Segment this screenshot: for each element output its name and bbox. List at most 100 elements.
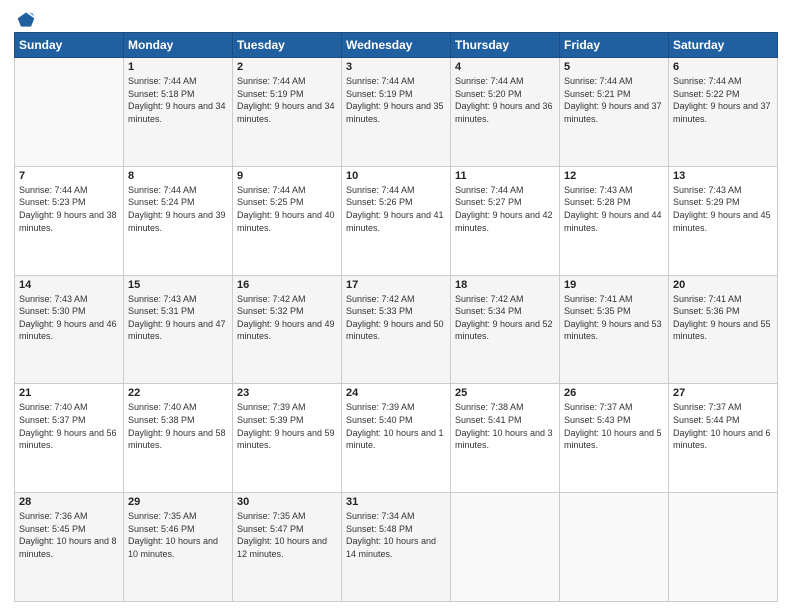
calendar-cell: [15, 58, 124, 167]
col-header-thursday: Thursday: [451, 33, 560, 58]
calendar-cell: 3 Sunrise: 7:44 AMSunset: 5:19 PMDaylight…: [342, 58, 451, 167]
calendar-cell: 30Sunrise: 7:35 AMSunset: 5:47 PMDayligh…: [233, 493, 342, 602]
day-number: 19: [564, 279, 664, 291]
day-number: 2: [237, 61, 337, 73]
day-number: 23: [237, 387, 337, 399]
cell-info: Sunrise: 7:44 AMSunset: 5:21 PMDaylight:…: [564, 76, 662, 124]
cell-info: Sunrise: 7:37 AMSunset: 5:43 PMDaylight:…: [564, 402, 662, 450]
calendar-cell: 1 Sunrise: 7:44 AMSunset: 5:18 PMDaylight…: [124, 58, 233, 167]
cell-info: Sunrise: 7:43 AMSunset: 5:28 PMDaylight:…: [564, 185, 662, 233]
week-row-4: 21 Sunrise: 7:40 AMSunset: 5:37 PMDayligh…: [15, 384, 778, 493]
col-header-saturday: Saturday: [669, 33, 778, 58]
day-number: 27: [673, 387, 773, 399]
day-number: 18: [455, 279, 555, 291]
calendar-cell: 5Sunrise: 7:44 AMSunset: 5:21 PMDaylight…: [560, 58, 669, 167]
calendar-cell: 13 Sunrise: 7:43 AMSunset: 5:29 PMDayligh…: [669, 166, 778, 275]
cell-info: Sunrise: 7:37 AMSunset: 5:44 PMDaylight:…: [673, 402, 771, 450]
col-header-sunday: Sunday: [15, 33, 124, 58]
cell-info: Sunrise: 7:40 AMSunset: 5:38 PMDaylight:…: [128, 402, 226, 450]
cell-info: Sunrise: 7:42 AMSunset: 5:32 PMDaylight:…: [237, 294, 335, 342]
calendar-cell: [669, 493, 778, 602]
day-number: 25: [455, 387, 555, 399]
day-number: 21: [19, 387, 119, 399]
day-number: 17: [346, 279, 446, 291]
day-number: 6: [673, 61, 773, 73]
calendar-cell: 4Sunrise: 7:44 AMSunset: 5:20 PMDaylight…: [451, 58, 560, 167]
day-number: 12: [564, 170, 664, 182]
cell-info: Sunrise: 7:40 AMSunset: 5:37 PMDaylight:…: [19, 402, 117, 450]
header: [14, 10, 778, 26]
calendar-table: SundayMondayTuesdayWednesdayThursdayFrid…: [14, 32, 778, 602]
calendar-cell: [451, 493, 560, 602]
week-row-5: 28 Sunrise: 7:36 AMSunset: 5:45 PMDayligh…: [15, 493, 778, 602]
cell-info: Sunrise: 7:39 AMSunset: 5:39 PMDaylight:…: [237, 402, 335, 450]
cell-info: Sunrise: 7:39 AMSunset: 5:40 PMDaylight:…: [346, 402, 444, 450]
cell-info: Sunrise: 7:43 AMSunset: 5:31 PMDaylight:…: [128, 294, 226, 342]
day-number: 28: [19, 496, 119, 508]
calendar-cell: 10Sunrise: 7:44 AMSunset: 5:26 PMDayligh…: [342, 166, 451, 275]
day-number: 22: [128, 387, 228, 399]
day-number: 16: [237, 279, 337, 291]
calendar-cell: [560, 493, 669, 602]
day-number: 20: [673, 279, 773, 291]
cell-info: Sunrise: 7:44 AMSunset: 5:20 PMDaylight:…: [455, 76, 553, 124]
logo-block: [14, 10, 36, 26]
cell-info: Sunrise: 7:44 AMSunset: 5:23 PMDaylight:…: [19, 185, 117, 233]
calendar-cell: 31 Sunrise: 7:34 AMSunset: 5:48 PMDayligh…: [342, 493, 451, 602]
calendar-cell: 24 Sunrise: 7:39 AMSunset: 5:40 PMDayligh…: [342, 384, 451, 493]
day-number: 8: [128, 170, 228, 182]
calendar-cell: 17 Sunrise: 7:42 AMSunset: 5:33 PMDayligh…: [342, 275, 451, 384]
calendar-cell: 26 Sunrise: 7:37 AMSunset: 5:43 PMDayligh…: [560, 384, 669, 493]
cell-info: Sunrise: 7:34 AMSunset: 5:48 PMDaylight:…: [346, 511, 436, 559]
cell-info: Sunrise: 7:42 AMSunset: 5:34 PMDaylight:…: [455, 294, 553, 342]
calendar-cell: 20 Sunrise: 7:41 AMSunset: 5:36 PMDayligh…: [669, 275, 778, 384]
cell-info: Sunrise: 7:35 AMSunset: 5:46 PMDaylight:…: [128, 511, 218, 559]
day-number: 7: [19, 170, 119, 182]
day-number: 31: [346, 496, 446, 508]
day-number: 10: [346, 170, 446, 182]
cell-info: Sunrise: 7:44 AMSunset: 5:24 PMDaylight:…: [128, 185, 226, 233]
day-number: 11: [455, 170, 555, 182]
cell-info: Sunrise: 7:44 AMSunset: 5:27 PMDaylight:…: [455, 185, 553, 233]
calendar-cell: 16 Sunrise: 7:42 AMSunset: 5:32 PMDayligh…: [233, 275, 342, 384]
day-number: 26: [564, 387, 664, 399]
calendar-cell: 21 Sunrise: 7:40 AMSunset: 5:37 PMDayligh…: [15, 384, 124, 493]
cell-info: Sunrise: 7:44 AMSunset: 5:18 PMDaylight:…: [128, 76, 226, 124]
cell-info: Sunrise: 7:41 AMSunset: 5:36 PMDaylight:…: [673, 294, 771, 342]
day-number: 15: [128, 279, 228, 291]
col-header-tuesday: Tuesday: [233, 33, 342, 58]
calendar-cell: 12 Sunrise: 7:43 AMSunset: 5:28 PMDayligh…: [560, 166, 669, 275]
calendar-cell: 18 Sunrise: 7:42 AMSunset: 5:34 PMDayligh…: [451, 275, 560, 384]
calendar-cell: 6Sunrise: 7:44 AMSunset: 5:22 PMDaylight…: [669, 58, 778, 167]
cell-info: Sunrise: 7:36 AMSunset: 5:45 PMDaylight:…: [19, 511, 117, 559]
cell-info: Sunrise: 7:44 AMSunset: 5:19 PMDaylight:…: [346, 76, 444, 124]
col-header-wednesday: Wednesday: [342, 33, 451, 58]
calendar-cell: 28 Sunrise: 7:36 AMSunset: 5:45 PMDayligh…: [15, 493, 124, 602]
day-number: 9: [237, 170, 337, 182]
logo-icon: [16, 10, 36, 30]
week-row-1: 1 Sunrise: 7:44 AMSunset: 5:18 PMDaylight…: [15, 58, 778, 167]
cell-info: Sunrise: 7:44 AMSunset: 5:25 PMDaylight:…: [237, 185, 335, 233]
day-number: 29: [128, 496, 228, 508]
calendar-cell: 11 Sunrise: 7:44 AMSunset: 5:27 PMDayligh…: [451, 166, 560, 275]
calendar-cell: 9 Sunrise: 7:44 AMSunset: 5:25 PMDaylight…: [233, 166, 342, 275]
day-number: 13: [673, 170, 773, 182]
day-number: 24: [346, 387, 446, 399]
col-header-monday: Monday: [124, 33, 233, 58]
cell-info: Sunrise: 7:43 AMSunset: 5:30 PMDaylight:…: [19, 294, 117, 342]
calendar-cell: 7 Sunrise: 7:44 AMSunset: 5:23 PMDaylight…: [15, 166, 124, 275]
calendar-page: SundayMondayTuesdayWednesdayThursdayFrid…: [0, 0, 792, 612]
calendar-cell: 23 Sunrise: 7:39 AMSunset: 5:39 PMDayligh…: [233, 384, 342, 493]
calendar-cell: 2 Sunrise: 7:44 AMSunset: 5:19 PMDaylight…: [233, 58, 342, 167]
cell-info: Sunrise: 7:44 AMSunset: 5:19 PMDaylight:…: [237, 76, 335, 124]
calendar-cell: 14 Sunrise: 7:43 AMSunset: 5:30 PMDayligh…: [15, 275, 124, 384]
header-row: SundayMondayTuesdayWednesdayThursdayFrid…: [15, 33, 778, 58]
day-number: 14: [19, 279, 119, 291]
cell-info: Sunrise: 7:38 AMSunset: 5:41 PMDaylight:…: [455, 402, 553, 450]
cell-info: Sunrise: 7:42 AMSunset: 5:33 PMDaylight:…: [346, 294, 444, 342]
calendar-cell: 27 Sunrise: 7:37 AMSunset: 5:44 PMDayligh…: [669, 384, 778, 493]
day-number: 3: [346, 61, 446, 73]
cell-info: Sunrise: 7:43 AMSunset: 5:29 PMDaylight:…: [673, 185, 771, 233]
day-number: 1: [128, 61, 228, 73]
calendar-cell: 22 Sunrise: 7:40 AMSunset: 5:38 PMDayligh…: [124, 384, 233, 493]
